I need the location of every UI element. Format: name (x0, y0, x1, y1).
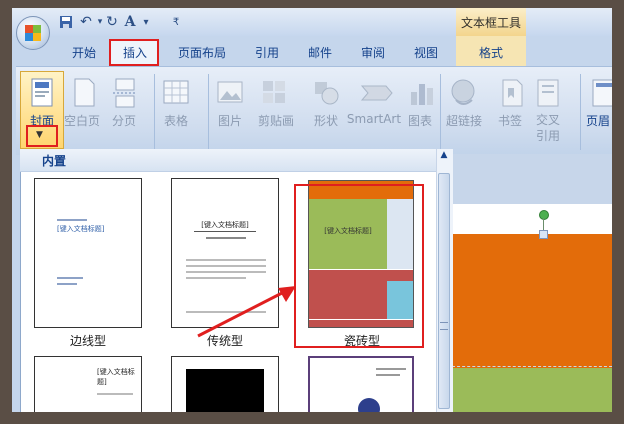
tab-mailings[interactable]: 邮件 (308, 44, 332, 60)
tab-references[interactable]: 引用 (255, 44, 279, 60)
thumb-line (57, 277, 83, 279)
block-boundary (452, 366, 612, 367)
cover-sideline-label: 边线型 (69, 334, 106, 348)
office-button[interactable] (16, 16, 50, 50)
qat-menu-icon[interactable]: ▾ (138, 14, 154, 30)
scroll-up-icon[interactable]: ▲ (438, 150, 450, 162)
smartart-icon (360, 78, 394, 108)
ribbon-separator (154, 74, 155, 150)
thumb-title-placeholder: [键入文档标题] (97, 368, 135, 386)
thumb-line (186, 259, 266, 261)
cross-reference-button[interactable]: 交叉引用 (534, 112, 562, 144)
cover-dropdown-arrow-icon[interactable]: ▼ (36, 130, 43, 140)
scroll-thumb[interactable] (438, 173, 450, 409)
gallery-header-label: 内置 (42, 154, 67, 168)
header-button[interactable]: 页眉 (586, 112, 612, 129)
green-block (452, 368, 612, 412)
orange-block (452, 234, 612, 368)
tab-home[interactable]: 开始 (72, 44, 96, 60)
picture-button[interactable]: 图片 (210, 112, 250, 129)
tab-review[interactable]: 审阅 (361, 44, 385, 60)
cover-thumb-row2-1[interactable]: [键入文档标题] (34, 356, 142, 412)
page-break-button[interactable]: 分页 (104, 112, 144, 129)
thumb-line (186, 311, 266, 313)
cross-reference-icon (534, 78, 562, 108)
thumb-line (194, 231, 256, 232)
black-block (186, 369, 264, 412)
thumb-line (186, 271, 266, 273)
gallery-header: 内置 (20, 149, 446, 172)
office-logo-icon (25, 25, 41, 41)
thumb-line (376, 368, 406, 370)
table-button[interactable]: 表格 (156, 112, 196, 129)
blank-page-button[interactable]: 空白页 (62, 112, 102, 129)
header-icon (590, 78, 612, 108)
clipart-button[interactable]: 剪贴画 (252, 112, 300, 129)
rotate-handle[interactable] (539, 210, 549, 220)
thumb-title-placeholder: [键入文档标题] (201, 221, 249, 229)
tab-insert[interactable]: 插入 (123, 44, 147, 60)
bookmark-button[interactable]: 书签 (490, 112, 530, 129)
thumb-title-placeholder: [键入文档标题] (57, 225, 105, 233)
cover-traditional-label: 传统型 (206, 334, 243, 348)
thumb-globe (358, 398, 380, 412)
chart-icon (408, 78, 436, 108)
selected-cover-highlight (294, 184, 424, 348)
tab-view[interactable]: 视图 (414, 44, 438, 60)
ribbon-separator (208, 74, 209, 150)
bookmark-icon (498, 78, 526, 108)
thumb-line (376, 374, 400, 376)
font-a-icon[interactable]: A (122, 14, 138, 30)
ribbon-separator (440, 74, 441, 150)
cover-thumb-row2-3[interactable] (308, 356, 414, 412)
cover-traditional-thumb[interactable]: [键入文档标题] (171, 178, 279, 328)
cover-sideline-thumb[interactable]: [键入文档标题] (34, 178, 142, 328)
picture-icon (216, 78, 244, 108)
resize-handle[interactable] (539, 230, 548, 239)
blank-page-icon (70, 78, 98, 108)
thumb-line (186, 277, 246, 279)
hyperlink-button[interactable]: 超链接 (442, 112, 486, 129)
thumb-line (206, 237, 246, 239)
tab-page-layout[interactable]: 页面布局 (178, 44, 226, 60)
page-break-icon (110, 78, 138, 108)
cover-thumb-row2-2[interactable] (171, 356, 279, 412)
customize-qat-icon[interactable]: ₹ (168, 14, 184, 30)
tab-format[interactable]: 格式 (479, 44, 503, 60)
ribbon-separator (580, 74, 581, 150)
thumb-line (186, 265, 266, 267)
shapes-icon (312, 78, 340, 108)
redo-icon[interactable]: ↻ (104, 14, 120, 30)
word-window: ↶ ▾ ↻ A ▾ ₹ 文本框工具 开始 插入 页面布局 引用 邮件 审阅 视图… (12, 8, 612, 412)
context-title: 文本框工具 (456, 8, 526, 36)
cover-page-icon (28, 78, 56, 108)
thumb-line (97, 393, 133, 395)
table-icon (162, 78, 190, 108)
scroll-grip-icon (440, 322, 448, 330)
hyperlink-icon (450, 78, 478, 108)
clipart-icon (260, 78, 288, 108)
thumb-line (57, 219, 87, 221)
save-icon[interactable] (58, 14, 74, 30)
chart-button[interactable]: 图表 (400, 112, 440, 129)
thumb-line (57, 283, 77, 285)
